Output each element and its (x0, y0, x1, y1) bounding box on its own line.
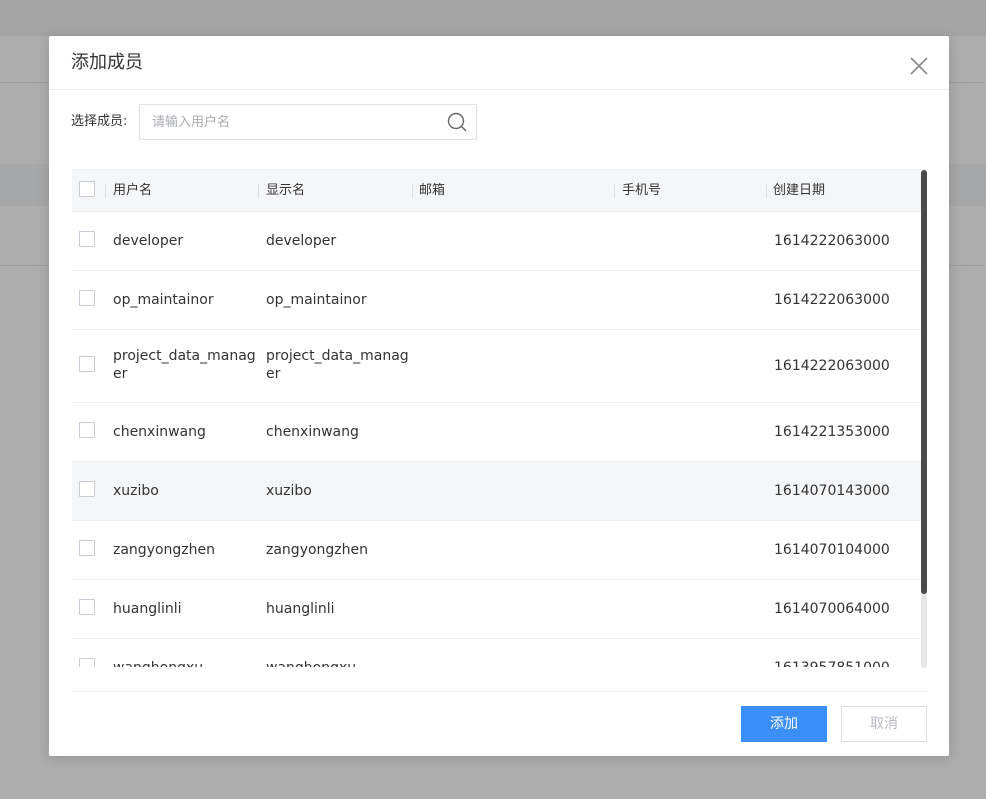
cell-display-name: project_data_manager (266, 348, 409, 382)
row-checkbox[interactable] (79, 231, 95, 247)
cell-username: developer (113, 233, 184, 249)
cell-display-name: zangyongzhen (266, 542, 369, 558)
table-row[interactable]: op_maintainor op_maintainor 161422206300… (72, 271, 921, 330)
table-header: 用户名 显示名 邮箱 手机号 创建日期 (72, 170, 921, 212)
cell-display-name: xuzibo (266, 483, 312, 499)
row-checkbox[interactable] (79, 540, 95, 556)
cell-display-name: op_maintainor (266, 292, 367, 308)
column-separator (614, 184, 615, 198)
cell-created-date: 1614070064000 (774, 601, 890, 617)
column-header-created-date[interactable]: 创建日期 (773, 170, 825, 212)
search-box (139, 104, 477, 140)
cell-display-name: developer (266, 233, 337, 249)
cell-display-name: huanglinli (266, 601, 335, 617)
column-separator (258, 184, 259, 198)
cell-username: project_data_manager (113, 348, 256, 382)
search-label: 选择成员: (71, 114, 128, 129)
column-header-username[interactable]: 用户名 (113, 170, 152, 212)
column-header-phone[interactable]: 手机号 (622, 170, 661, 212)
cancel-button[interactable]: 取消 (841, 706, 927, 742)
table-row[interactable]: zangyongzhen zangyongzhen 1614070104000 (72, 521, 921, 580)
close-button[interactable] (905, 52, 933, 80)
column-separator (412, 184, 413, 198)
row-checkbox[interactable] (79, 481, 95, 497)
table-scrollbar-thumb[interactable] (921, 170, 927, 594)
row-checkbox[interactable] (79, 658, 95, 667)
table-row[interactable]: chenxinwang chenxinwang 1614221353000 (72, 403, 921, 462)
cell-username: chenxinwang (113, 424, 206, 440)
row-checkbox[interactable] (79, 356, 95, 372)
cell-username: xuzibo (113, 483, 159, 499)
table-row[interactable]: wanghongxu wanghongxu 1613957851000 (72, 639, 921, 667)
footer-divider (72, 691, 928, 692)
cell-username: huanglinli (113, 601, 182, 617)
cell-username: op_maintainor (113, 292, 214, 308)
cell-created-date: 1613957851000 (774, 659, 914, 667)
dialog-title: 添加成员 (71, 52, 143, 73)
member-search-row: 选择成员: (71, 104, 491, 140)
search-input[interactable] (140, 105, 440, 139)
table-row[interactable]: developer developer 1614222063000 (72, 212, 921, 271)
close-icon (910, 57, 928, 75)
search-icon (447, 112, 467, 132)
column-header-display-name[interactable]: 显示名 (266, 170, 305, 212)
row-checkbox[interactable] (79, 290, 95, 306)
cell-created-date: 1614222063000 (774, 358, 890, 374)
table-row[interactable]: project_data_manager project_data_manage… (72, 330, 921, 403)
cell-created-date: 1614221353000 (774, 424, 890, 440)
cell-display-name: chenxinwang (266, 424, 359, 440)
cell-created-date: 1614070143000 (774, 483, 890, 499)
column-separator (766, 184, 767, 198)
cell-display-name: wanghongxu (266, 659, 411, 667)
cell-username: zangyongzhen (113, 542, 216, 558)
member-table[interactable]: 用户名 显示名 邮箱 手机号 创建日期 developer developer … (72, 169, 928, 667)
column-header-email[interactable]: 邮箱 (419, 170, 445, 212)
cell-created-date: 1614070104000 (774, 542, 890, 558)
search-button[interactable] (446, 111, 468, 133)
select-all-checkbox[interactable] (79, 181, 95, 197)
add-member-dialog: 添加成员 选择成员: 用户名 显示名 (49, 36, 949, 756)
row-checkbox[interactable] (79, 422, 95, 438)
cell-created-date: 1614222063000 (774, 233, 890, 249)
add-button[interactable]: 添加 (741, 706, 827, 742)
table-row[interactable]: xuzibo xuzibo 1614070143000 (72, 462, 921, 521)
cell-username: wanghongxu (113, 659, 258, 667)
row-checkbox[interactable] (79, 599, 95, 615)
table-row[interactable]: huanglinli huanglinli 1614070064000 (72, 580, 921, 639)
column-separator (105, 184, 106, 198)
dialog-header: 添加成员 (49, 36, 949, 90)
cell-created-date: 1614222063000 (774, 292, 890, 308)
